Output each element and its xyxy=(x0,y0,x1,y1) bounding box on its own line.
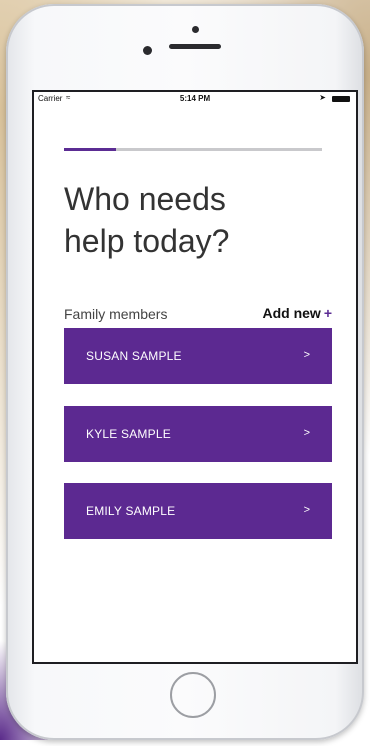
app-screen: Carrier ≈ 5:14 PM ➤ Who needs help today… xyxy=(32,90,358,664)
page-title: Who needs help today? xyxy=(64,178,324,262)
chevron-right-icon: > xyxy=(303,427,310,439)
earpiece-speaker xyxy=(169,44,221,49)
page-title-line-1: Who needs xyxy=(64,181,226,217)
page-title-line-2: help today? xyxy=(64,223,230,259)
progress-fill xyxy=(64,148,116,151)
member-name: EMILY SAMPLE xyxy=(86,504,176,518)
status-bar: Carrier ≈ 5:14 PM ➤ xyxy=(34,92,356,106)
add-new-label: Add new xyxy=(262,305,321,321)
member-button-emily[interactable]: EMILY SAMPLE > xyxy=(64,483,332,539)
home-button[interactable] xyxy=(170,672,216,718)
plus-icon: + xyxy=(323,305,332,321)
member-button-kyle[interactable]: KYLE SAMPLE > xyxy=(64,406,332,462)
progress-bar xyxy=(64,148,322,151)
member-name: KYLE SAMPLE xyxy=(86,427,171,441)
location-icon: ➤ xyxy=(319,93,326,102)
add-new-button[interactable]: Add new + xyxy=(262,305,332,321)
phone-frame: Carrier ≈ 5:14 PM ➤ Who needs help today… xyxy=(6,4,364,740)
front-camera xyxy=(143,46,152,55)
battery-icon xyxy=(332,96,350,102)
chevron-right-icon: > xyxy=(303,504,310,516)
clock: 5:14 PM xyxy=(179,94,211,103)
member-button-susan[interactable]: SUSAN SAMPLE > xyxy=(64,328,332,384)
chevron-right-icon: > xyxy=(303,349,310,361)
family-members-label: Family members xyxy=(64,306,168,322)
member-name: SUSAN SAMPLE xyxy=(86,349,182,363)
camera-dot xyxy=(192,26,199,33)
